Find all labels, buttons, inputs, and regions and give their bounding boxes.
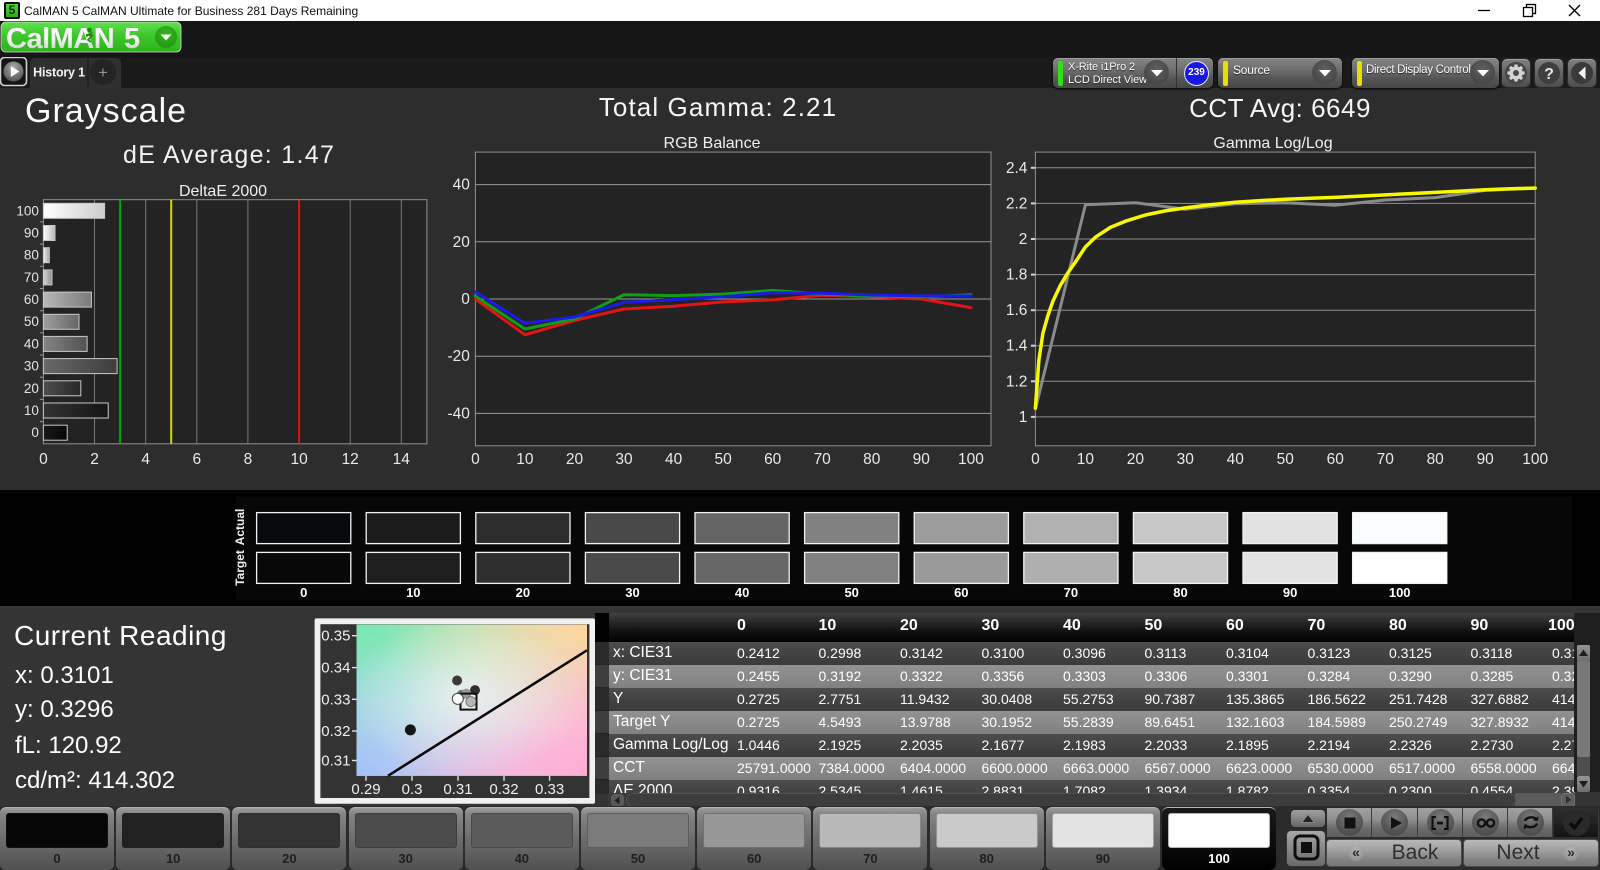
svg-text:DeltaE 2000: DeltaE 2000 [179,183,267,200]
svg-text:30: 30 [615,451,633,468]
svg-text:90: 90 [1477,451,1495,468]
svg-text:0: 0 [300,585,307,600]
svg-text:1.6: 1.6 [1006,302,1028,319]
svg-text:Actual: Actual [233,509,247,546]
svg-text:4: 4 [141,451,150,468]
svg-text:10: 10 [516,451,534,468]
svg-text:40: 40 [665,451,683,468]
svg-text:8: 8 [244,451,253,468]
svg-text:-40: -40 [447,405,470,422]
svg-text:60: 60 [1327,451,1345,468]
svg-text:20: 20 [516,585,530,600]
svg-text:90: 90 [1283,585,1297,600]
svg-text:90: 90 [913,451,931,468]
svg-text:70: 70 [1064,585,1078,600]
svg-text:0.33: 0.33 [321,691,350,708]
svg-text:10: 10 [1077,451,1095,468]
svg-text:20: 20 [1127,451,1145,468]
svg-text:60: 60 [764,451,782,468]
svg-text:10: 10 [290,451,308,468]
svg-text:14: 14 [393,451,411,468]
svg-text:2.4: 2.4 [1006,160,1028,177]
svg-text:100: 100 [1389,585,1411,600]
svg-text:Gamma Log/Log: Gamma Log/Log [1213,135,1332,152]
svg-text:100: 100 [16,203,39,218]
svg-text:0: 0 [39,451,48,468]
svg-text:80: 80 [863,451,881,468]
svg-text:Target: Target [233,550,247,586]
svg-text:0.32: 0.32 [489,781,518,798]
svg-text:0.29: 0.29 [351,781,380,798]
svg-text:20: 20 [453,234,471,251]
svg-text:1: 1 [1019,409,1028,426]
svg-text:40: 40 [735,585,749,600]
svg-text:60: 60 [24,292,39,307]
svg-text:0: 0 [1031,451,1040,468]
svg-text:10: 10 [24,403,39,418]
svg-text:30: 30 [625,585,639,600]
svg-text:80: 80 [24,248,39,263]
svg-text:0: 0 [471,451,480,468]
svg-text:2: 2 [1019,231,1028,248]
svg-text:20: 20 [24,381,39,396]
svg-text:0.34: 0.34 [321,660,350,677]
svg-text:40: 40 [453,177,471,194]
svg-text:1.2: 1.2 [1006,373,1028,390]
svg-text:70: 70 [814,451,832,468]
svg-text:0: 0 [31,425,39,440]
svg-text:70: 70 [24,270,39,285]
svg-text:50: 50 [714,451,732,468]
svg-text:80: 80 [1427,451,1445,468]
svg-text:100: 100 [958,451,984,468]
svg-text:0.31: 0.31 [443,781,472,798]
svg-text:6: 6 [192,451,201,468]
svg-text:2: 2 [90,451,99,468]
svg-text:10: 10 [406,585,420,600]
svg-text:0.33: 0.33 [535,781,564,798]
svg-text:0.31: 0.31 [321,753,350,770]
svg-text:90: 90 [24,226,39,241]
svg-text:60: 60 [954,585,968,600]
svg-text:40: 40 [1227,451,1245,468]
svg-text:0: 0 [461,291,470,308]
svg-text:30: 30 [1177,451,1195,468]
svg-text:1.8: 1.8 [1006,267,1028,284]
svg-text:30: 30 [24,359,39,374]
svg-text:100: 100 [1522,451,1548,468]
svg-text:40: 40 [24,336,39,351]
svg-text:RGB Balance: RGB Balance [664,135,761,152]
svg-text:1.4: 1.4 [1006,338,1028,355]
svg-text:80: 80 [1173,585,1187,600]
svg-text:20: 20 [566,451,584,468]
svg-text:0.35: 0.35 [321,628,350,645]
svg-text:50: 50 [1277,451,1295,468]
svg-text:50: 50 [844,585,858,600]
svg-text:2.2: 2.2 [1006,195,1028,212]
svg-text:50: 50 [24,314,39,329]
svg-text:0.3: 0.3 [402,781,423,798]
svg-text:0.32: 0.32 [321,723,350,740]
svg-text:12: 12 [342,451,359,468]
svg-text:-20: -20 [447,348,470,365]
svg-text:70: 70 [1377,451,1395,468]
